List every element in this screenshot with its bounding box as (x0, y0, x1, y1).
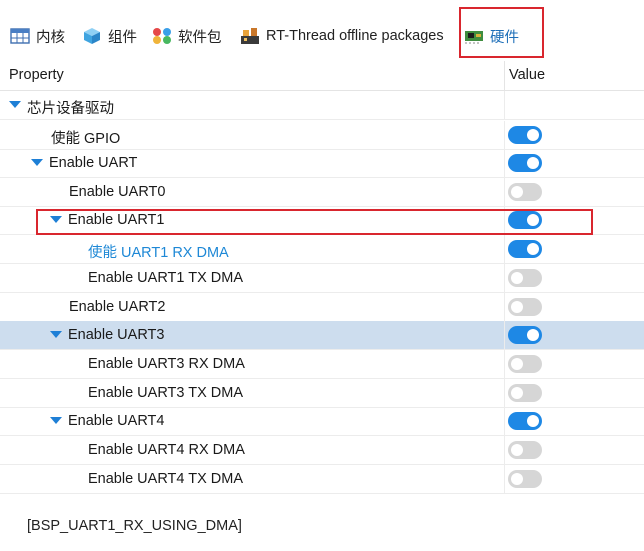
row-label: Enable UART (49, 155, 138, 171)
row-label: Enable UART4 RX DMA (88, 442, 245, 458)
table-row[interactable]: Enable UART3 RX DMA (0, 350, 644, 379)
table-row[interactable]: 使能 GPIO (0, 121, 644, 150)
toggle-knob (511, 272, 523, 284)
tab-label: 组件 (108, 29, 137, 46)
column-header-property: Property (9, 67, 64, 83)
toggle-knob (527, 129, 539, 141)
tab-packages[interactable]: 软件包 (152, 20, 222, 52)
row-label: Enable UART2 (69, 299, 166, 315)
tab-components[interactable]: 组件 (82, 20, 137, 52)
row-label: Enable UART3 RX DMA (88, 356, 245, 372)
toggle-switch[interactable] (508, 154, 542, 172)
toggle-knob (511, 387, 523, 399)
highlight-box-hardware-tab (459, 7, 544, 58)
offline-packages-icon (240, 27, 260, 45)
table-row[interactable]: Enable UART1 (0, 206, 644, 235)
expand-caret-icon[interactable] (9, 101, 21, 108)
toggle-switch[interactable] (508, 211, 542, 229)
table-row[interactable]: Enable UART4 (0, 407, 644, 436)
tab-offline-packages[interactable]: RT-Thread offline packages (240, 20, 444, 52)
toggle-switch[interactable] (508, 355, 542, 373)
toggle-knob (511, 301, 523, 313)
tab-label: RT-Thread offline packages (266, 28, 444, 44)
packages-icon (152, 27, 172, 45)
column-header-value: Value (509, 67, 546, 83)
table-row[interactable]: Enable UART4 RX DMA (0, 436, 644, 465)
table-row[interactable]: Enable UART (0, 149, 644, 178)
table-header: Property Value (0, 61, 644, 91)
toggle-switch[interactable] (508, 126, 542, 144)
row-label: 使能 GPIO (51, 131, 121, 147)
toggle-knob (527, 415, 539, 427)
table-row[interactable]: Enable UART2 (0, 293, 644, 322)
tab-label: 软件包 (178, 29, 222, 46)
table-grid-icon (10, 27, 30, 45)
toggle-knob (527, 214, 539, 226)
toggle-knob (511, 473, 523, 485)
toggle-knob (527, 329, 539, 341)
table-row[interactable]: Enable UART4 TX DMA (0, 465, 644, 494)
table-row[interactable]: Enable UART3 TX DMA (0, 379, 644, 408)
row-label: Enable UART4 (68, 413, 165, 429)
table-row[interactable]: 芯片设备驱动 (0, 91, 644, 120)
row-label: Enable UART3 (68, 327, 165, 343)
expand-caret-icon[interactable] (50, 331, 62, 338)
toggle-knob (511, 358, 523, 370)
cube-icon (82, 27, 102, 45)
config-tabbar: 内核 组件 软件包 RT-Thread offline packages 硬件 (0, 0, 644, 62)
tab-label: 内核 (36, 29, 65, 46)
row-label: Enable UART1 (68, 212, 165, 228)
expand-caret-icon[interactable] (31, 159, 43, 166)
expand-caret-icon[interactable] (50, 417, 62, 424)
toggle-switch[interactable] (508, 326, 542, 344)
row-label: 芯片设备驱动 (27, 101, 114, 117)
toggle-switch[interactable] (508, 183, 542, 201)
toggle-switch[interactable] (508, 412, 542, 430)
expand-caret-icon[interactable] (50, 216, 62, 223)
tab-kernel[interactable]: 内核 (10, 20, 65, 52)
toggle-switch[interactable] (508, 269, 542, 287)
toggle-switch[interactable] (508, 470, 542, 488)
toggle-switch[interactable] (508, 384, 542, 402)
table-row[interactable]: Enable UART1 TX DMA (0, 264, 644, 293)
toggle-knob (511, 186, 523, 198)
macro-name-label: [BSP_UART1_RX_USING_DMA] (27, 518, 242, 534)
row-label: Enable UART3 TX DMA (88, 385, 243, 401)
row-label: 使能 UART1 RX DMA (88, 245, 229, 261)
table-row[interactable]: Enable UART3 (0, 321, 644, 350)
toggle-switch[interactable] (508, 441, 542, 459)
table-row[interactable]: 使能 UART1 RX DMA (0, 235, 644, 264)
toggle-knob (527, 243, 539, 255)
row-label: Enable UART4 TX DMA (88, 471, 243, 487)
row-label: Enable UART0 (69, 184, 166, 200)
table-row[interactable]: Enable UART0 (0, 178, 644, 207)
row-label: Enable UART1 TX DMA (88, 270, 243, 286)
toggle-knob (511, 444, 523, 456)
toggle-switch[interactable] (508, 298, 542, 316)
toggle-knob (527, 157, 539, 169)
toggle-switch[interactable] (508, 240, 542, 258)
